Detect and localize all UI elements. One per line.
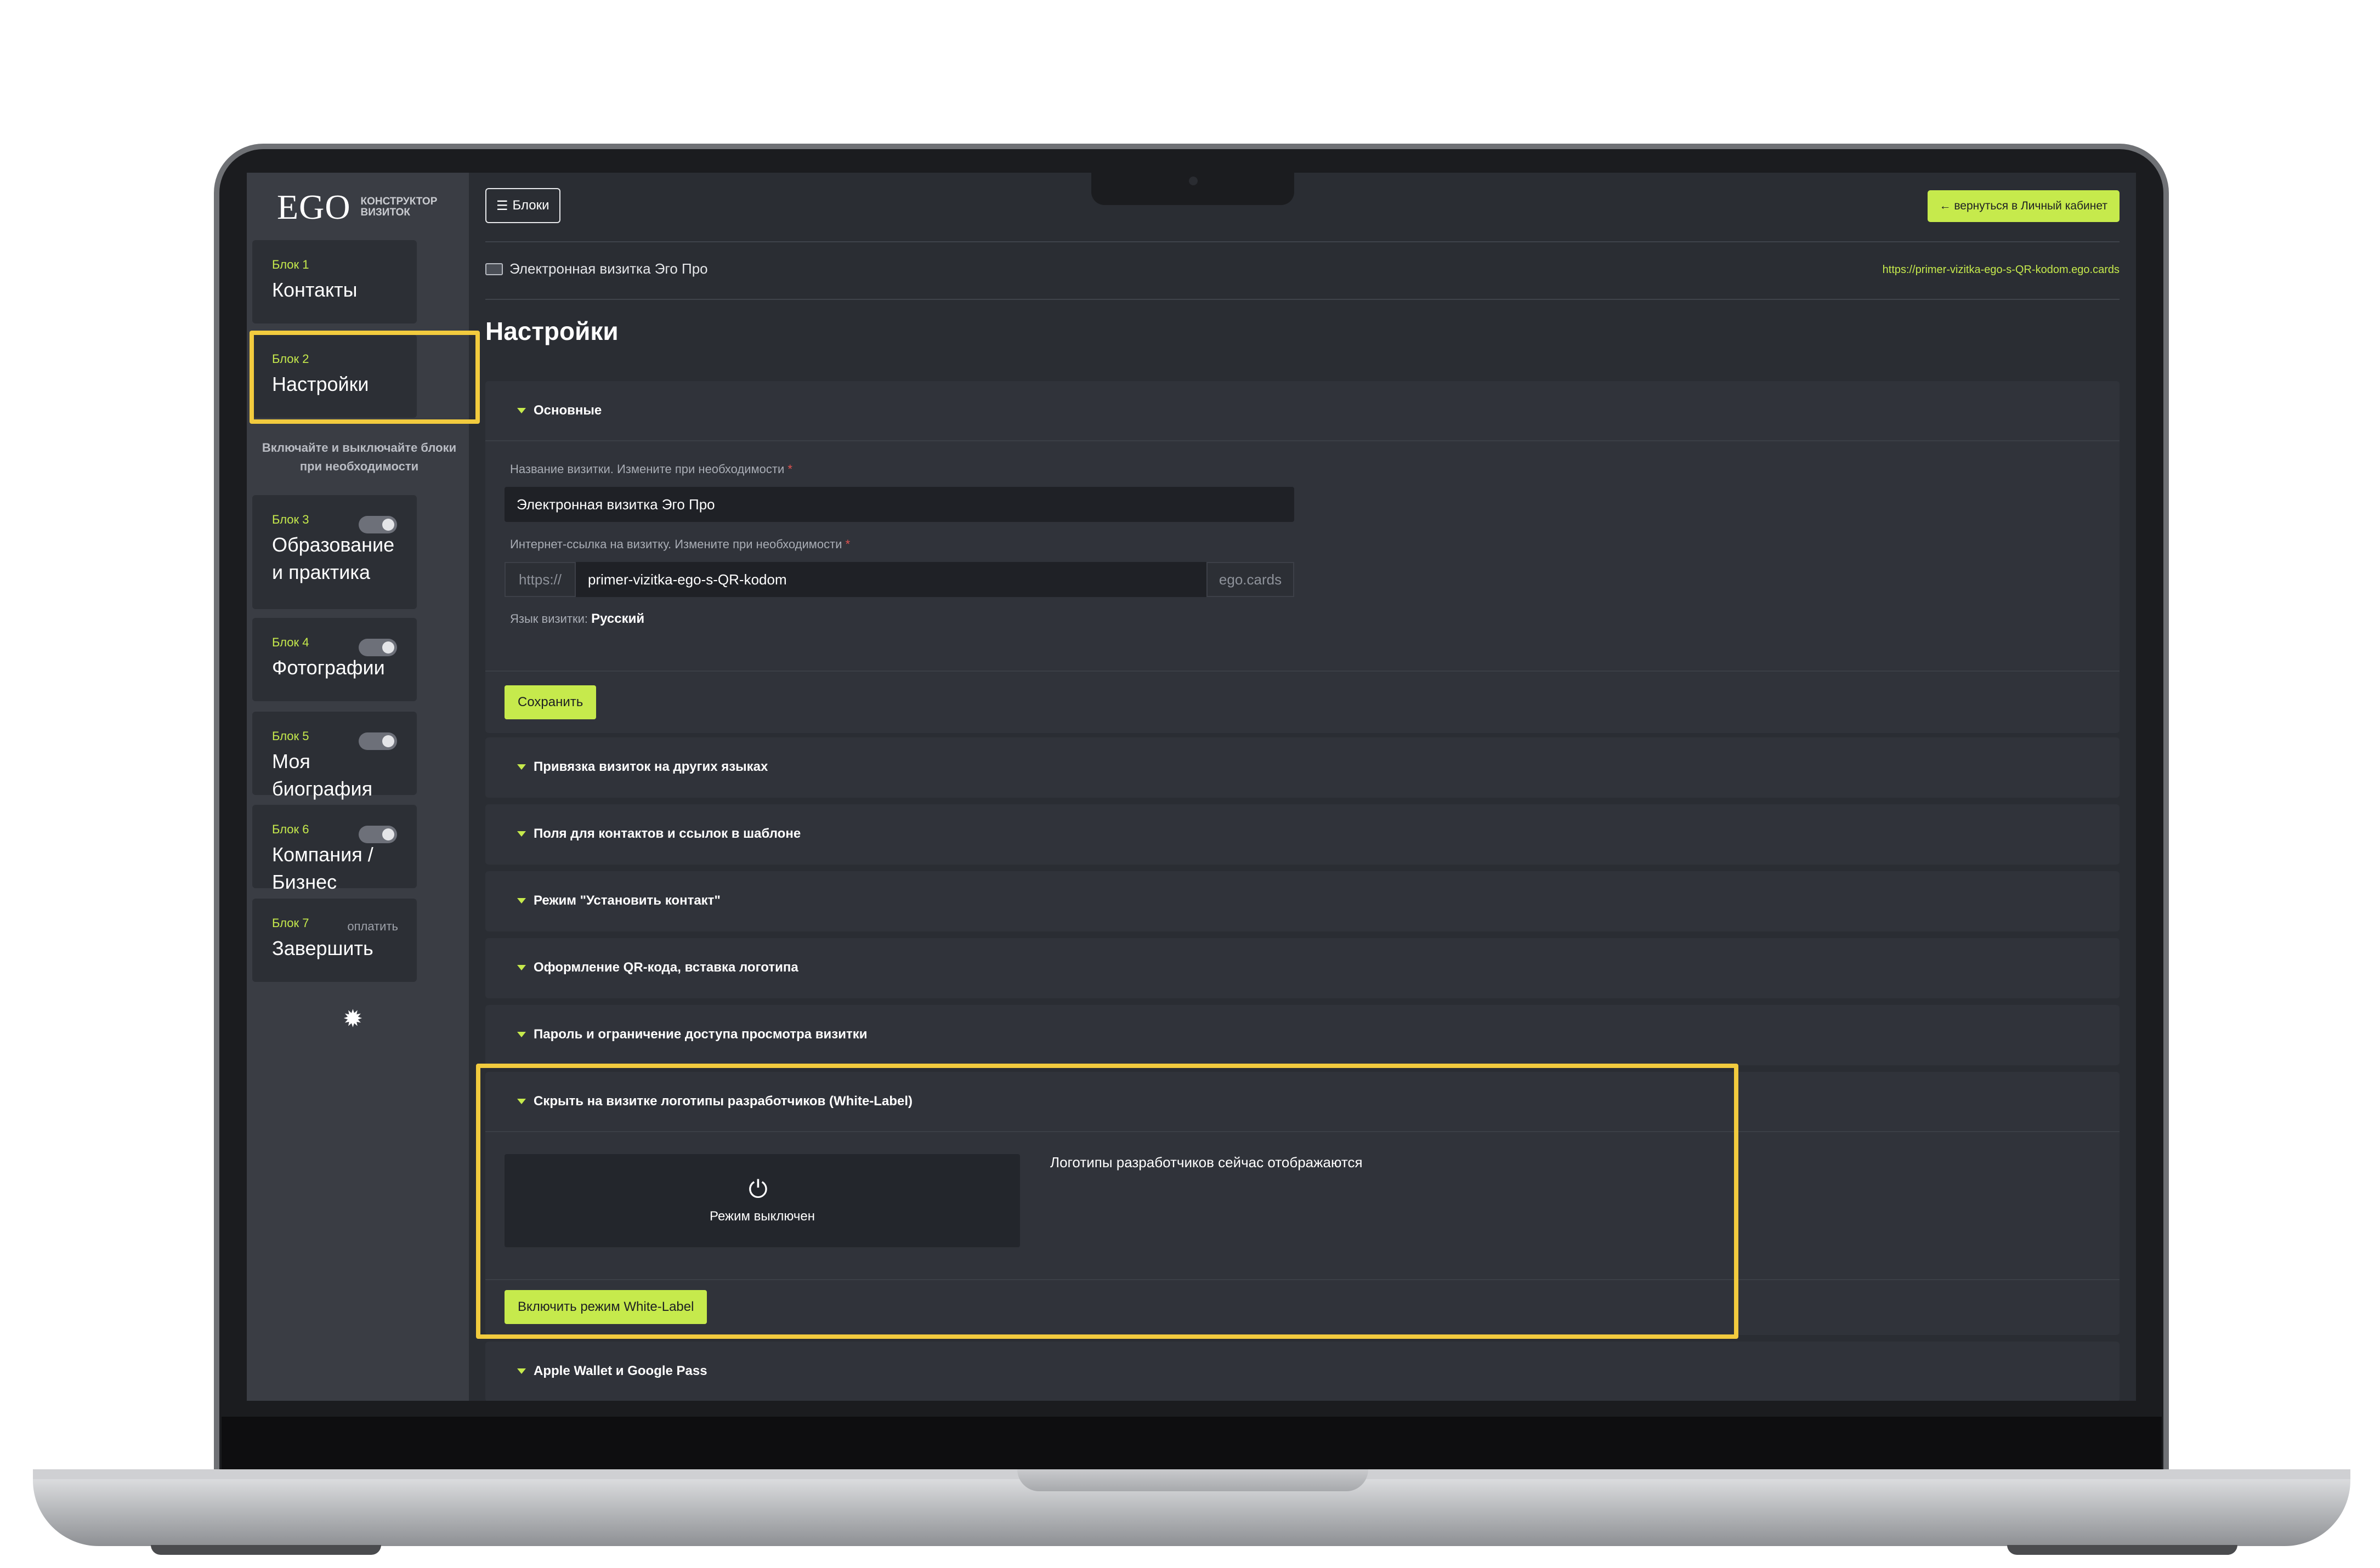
section-header[interactable]: Оформление QR-кода, вставка логотипа bbox=[485, 938, 2120, 997]
pay-badge[interactable]: оплатить bbox=[347, 919, 398, 934]
section-basic: Основные Название визитки. Измените при … bbox=[485, 381, 2120, 733]
camera-icon bbox=[1189, 177, 1198, 185]
card-name-label: Название визитки. Измените при необходим… bbox=[510, 462, 792, 476]
sidebar-item-contacts[interactable]: Блок 1 Контакты bbox=[252, 240, 417, 323]
logo-tagline-line-2: ВИЗИТОК bbox=[360, 207, 410, 218]
block-title: Завершить bbox=[272, 937, 373, 959]
section-title: Пароль и ограничение доступа просмотра в… bbox=[534, 1027, 868, 1042]
block-title: Контакты bbox=[272, 279, 358, 301]
laptop-chin bbox=[222, 1417, 2162, 1469]
section-header[interactable]: Режим "Установить контакт" bbox=[485, 871, 2120, 930]
block-number: Блок 1 bbox=[272, 258, 309, 271]
link-suffix: ego.cards bbox=[1206, 562, 1294, 597]
caret-down-icon bbox=[517, 831, 526, 837]
section-basic-header[interactable]: Основные bbox=[485, 381, 2120, 440]
caret-down-icon bbox=[517, 1032, 526, 1037]
caret-down-icon bbox=[517, 965, 526, 970]
section-install-contact[interactable]: Режим "Установить контакт" bbox=[485, 871, 2120, 931]
block-toggle[interactable] bbox=[359, 639, 397, 656]
link-prefix: https:// bbox=[505, 562, 576, 597]
page-title: Настройки bbox=[485, 317, 619, 345]
section-title: Оформление QR-кода, вставка логотипа bbox=[534, 960, 798, 975]
card-url-link[interactable]: https://primer-vizitka-ego-s-QR-kodom.eg… bbox=[1883, 264, 2120, 276]
breadcrumb-title: Электронная визитка Эго Про bbox=[509, 260, 708, 277]
block-toggle[interactable] bbox=[359, 516, 397, 533]
section-title: Поля для контактов и ссылок в шаблоне bbox=[534, 826, 801, 841]
logo[interactable]: EGO КОНСТРУКТОР ВИЗИТОК bbox=[277, 187, 437, 228]
section-contact-fields[interactable]: Поля для контактов и ссылок в шаблоне bbox=[485, 804, 2120, 865]
section-wallet[interactable]: Apple Wallet и Google Pass bbox=[485, 1342, 2120, 1401]
menu-icon: ☰ bbox=[496, 198, 508, 213]
title-divider bbox=[485, 299, 2120, 300]
blocks-button-label: Блоки bbox=[512, 198, 549, 213]
gear-icon[interactable]: ✹ bbox=[343, 1005, 363, 1033]
caret-down-icon bbox=[517, 408, 526, 413]
card-language: Язык визитки: Русский bbox=[510, 611, 644, 627]
sidebar-item-education[interactable]: Блок 3 Образование и практика bbox=[252, 495, 417, 609]
card-name-label-text: Название визитки. Измените при необходим… bbox=[510, 462, 785, 476]
section-header[interactable]: Пароль и ограничение доступа просмотра в… bbox=[485, 1005, 2120, 1064]
section-divider bbox=[485, 440, 2120, 441]
card-link-label-text: Интернет-ссылка на визитку. Измените при… bbox=[510, 537, 842, 551]
section-title: Режим "Установить контакт" bbox=[534, 893, 721, 908]
laptop-opening-notch bbox=[1017, 1469, 1368, 1491]
caret-down-icon bbox=[517, 764, 526, 770]
section-password[interactable]: Пароль и ограничение доступа просмотра в… bbox=[485, 1005, 2120, 1065]
highlight-settings bbox=[250, 331, 480, 424]
highlight-white-label bbox=[476, 1064, 1738, 1339]
section-header[interactable]: Apple Wallet и Google Pass bbox=[485, 1342, 2120, 1401]
save-button[interactable]: Сохранить bbox=[505, 685, 597, 719]
block-title: Компания / Бизнес bbox=[272, 843, 373, 893]
section-qr-design[interactable]: Оформление QR-кода, вставка логотипа bbox=[485, 938, 2120, 998]
section-language-links[interactable]: Привязка визиток на других языках bbox=[485, 737, 2120, 798]
section-header[interactable]: Поля для контактов и ссылок в шаблоне bbox=[485, 804, 2120, 863]
block-title: Образование и практика bbox=[272, 533, 395, 583]
section-header[interactable]: Привязка визиток на других языках bbox=[485, 737, 2120, 797]
back-to-account-button[interactable]: ← вернуться в Личный кабинет bbox=[1927, 190, 2120, 222]
card-name-input[interactable]: Электронная визитка Эго Про bbox=[505, 487, 1294, 522]
section-divider bbox=[485, 671, 2120, 672]
business-card-icon bbox=[485, 263, 503, 275]
section-title: Привязка визиток на других языках bbox=[534, 759, 768, 774]
logo-tagline: КОНСТРУКТОР ВИЗИТОК bbox=[361, 196, 438, 218]
sidebar-hint: Включайте и выключайте блоки при необход… bbox=[262, 441, 457, 473]
logo-mark: EGO bbox=[277, 188, 351, 226]
block-title: Моя биография bbox=[272, 750, 373, 800]
header-divider bbox=[485, 241, 2120, 242]
laptop-foot-left bbox=[151, 1545, 381, 1555]
section-title: Apple Wallet и Google Pass bbox=[534, 1364, 707, 1378]
block-toggle[interactable] bbox=[359, 732, 397, 750]
block-title: Фотографии bbox=[272, 656, 385, 679]
laptop-foot-right bbox=[2007, 1545, 2237, 1555]
caret-down-icon bbox=[517, 898, 526, 904]
card-link-label: Интернет-ссылка на визитку. Измените при… bbox=[510, 537, 850, 552]
sidebar-item-company[interactable]: Блок 6 Компания / Бизнес bbox=[252, 805, 417, 893]
sidebar-item-finish[interactable]: Блок 7 Завершить оплатить bbox=[252, 899, 417, 982]
language-label: Язык визитки: bbox=[510, 612, 588, 626]
blocks-menu-button[interactable]: ☰ Блоки bbox=[485, 188, 560, 223]
required-mark: * bbox=[845, 537, 851, 551]
caret-down-icon bbox=[517, 1368, 526, 1374]
block-toggle[interactable] bbox=[359, 826, 397, 843]
sidebar-item-biography[interactable]: Блок 5 Моя биография bbox=[252, 712, 417, 800]
breadcrumb: Электронная визитка Эго Про bbox=[485, 260, 708, 277]
language-value[interactable]: Русский bbox=[591, 611, 644, 626]
section-title: Основные bbox=[534, 403, 602, 418]
sidebar-item-photos[interactable]: Блок 4 Фотографии bbox=[252, 618, 417, 701]
required-mark: * bbox=[787, 462, 792, 476]
logo-tagline-line-1: КОНСТРУКТОР bbox=[360, 196, 438, 207]
card-link-input[interactable]: primer-vizitka-ego-s-QR-kodom bbox=[576, 562, 1206, 597]
